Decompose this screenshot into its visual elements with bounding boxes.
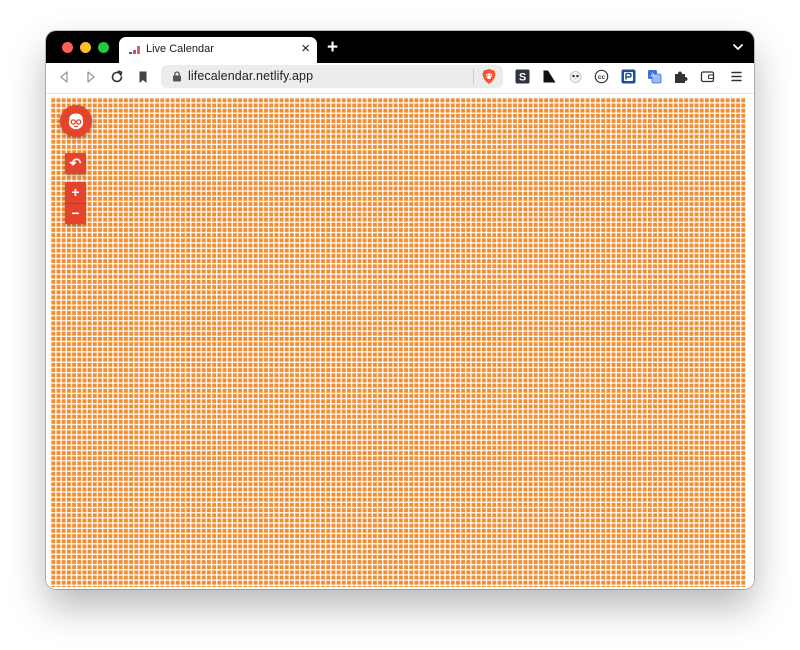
translate-extension-icon[interactable]: A (647, 69, 662, 84)
maximize-window-button[interactable] (98, 42, 109, 53)
face-avatar-icon (68, 113, 84, 130)
url-text[interactable]: lifecalendar.netlify.app (188, 69, 313, 83)
browser-toolbar: lifecalendar.netlify.app S cc A (46, 63, 754, 94)
forward-icon[interactable] (83, 69, 99, 85)
svg-text:S: S (519, 72, 526, 84)
new-tab-button[interactable]: + (327, 37, 338, 59)
browser-titlebar: Live Calendar × + (46, 31, 754, 63)
reload-icon[interactable] (109, 69, 125, 85)
menu-icon[interactable] (729, 69, 744, 84)
bookmark-icon[interactable] (135, 69, 151, 85)
address-bar[interactable]: lifecalendar.netlify.app (161, 65, 503, 88)
close-window-button[interactable] (62, 42, 73, 53)
zoom-in-button[interactable]: + (65, 182, 86, 203)
page-content: ↶ + − (46, 94, 754, 589)
life-calendar-grid[interactable] (50, 97, 746, 587)
life-calendar-favicon-icon (129, 46, 140, 54)
minimize-window-button[interactable] (80, 42, 91, 53)
owl-extension-icon[interactable] (568, 69, 583, 84)
lock-icon (173, 71, 181, 82)
svg-text:cc: cc (598, 74, 606, 81)
pocket-style-extension-icon[interactable] (621, 69, 636, 84)
zoom-out-button[interactable]: − (65, 203, 86, 224)
svg-text:A: A (650, 73, 654, 79)
tab-title: Live Calendar (146, 43, 214, 55)
brave-shield-icon[interactable] (481, 68, 497, 85)
cc-extension-icon[interactable]: cc (594, 69, 609, 84)
notion-extension-icon[interactable] (542, 69, 557, 84)
s-extension-icon[interactable]: S (515, 69, 530, 84)
url-divider (473, 69, 474, 84)
undo-button[interactable]: ↶ (65, 153, 86, 174)
back-icon[interactable] (56, 69, 72, 85)
wallet-icon[interactable] (700, 69, 715, 84)
browser-tab-active[interactable]: Live Calendar × (119, 37, 317, 63)
tab-close-icon[interactable]: × (301, 41, 310, 57)
extensions-puzzle-icon[interactable] (673, 69, 688, 84)
browser-window: Live Calendar × + lifecalendar.netlify.a… (46, 31, 754, 589)
tab-list-chevron-icon[interactable] (732, 41, 744, 53)
avatar-button[interactable] (60, 105, 92, 137)
